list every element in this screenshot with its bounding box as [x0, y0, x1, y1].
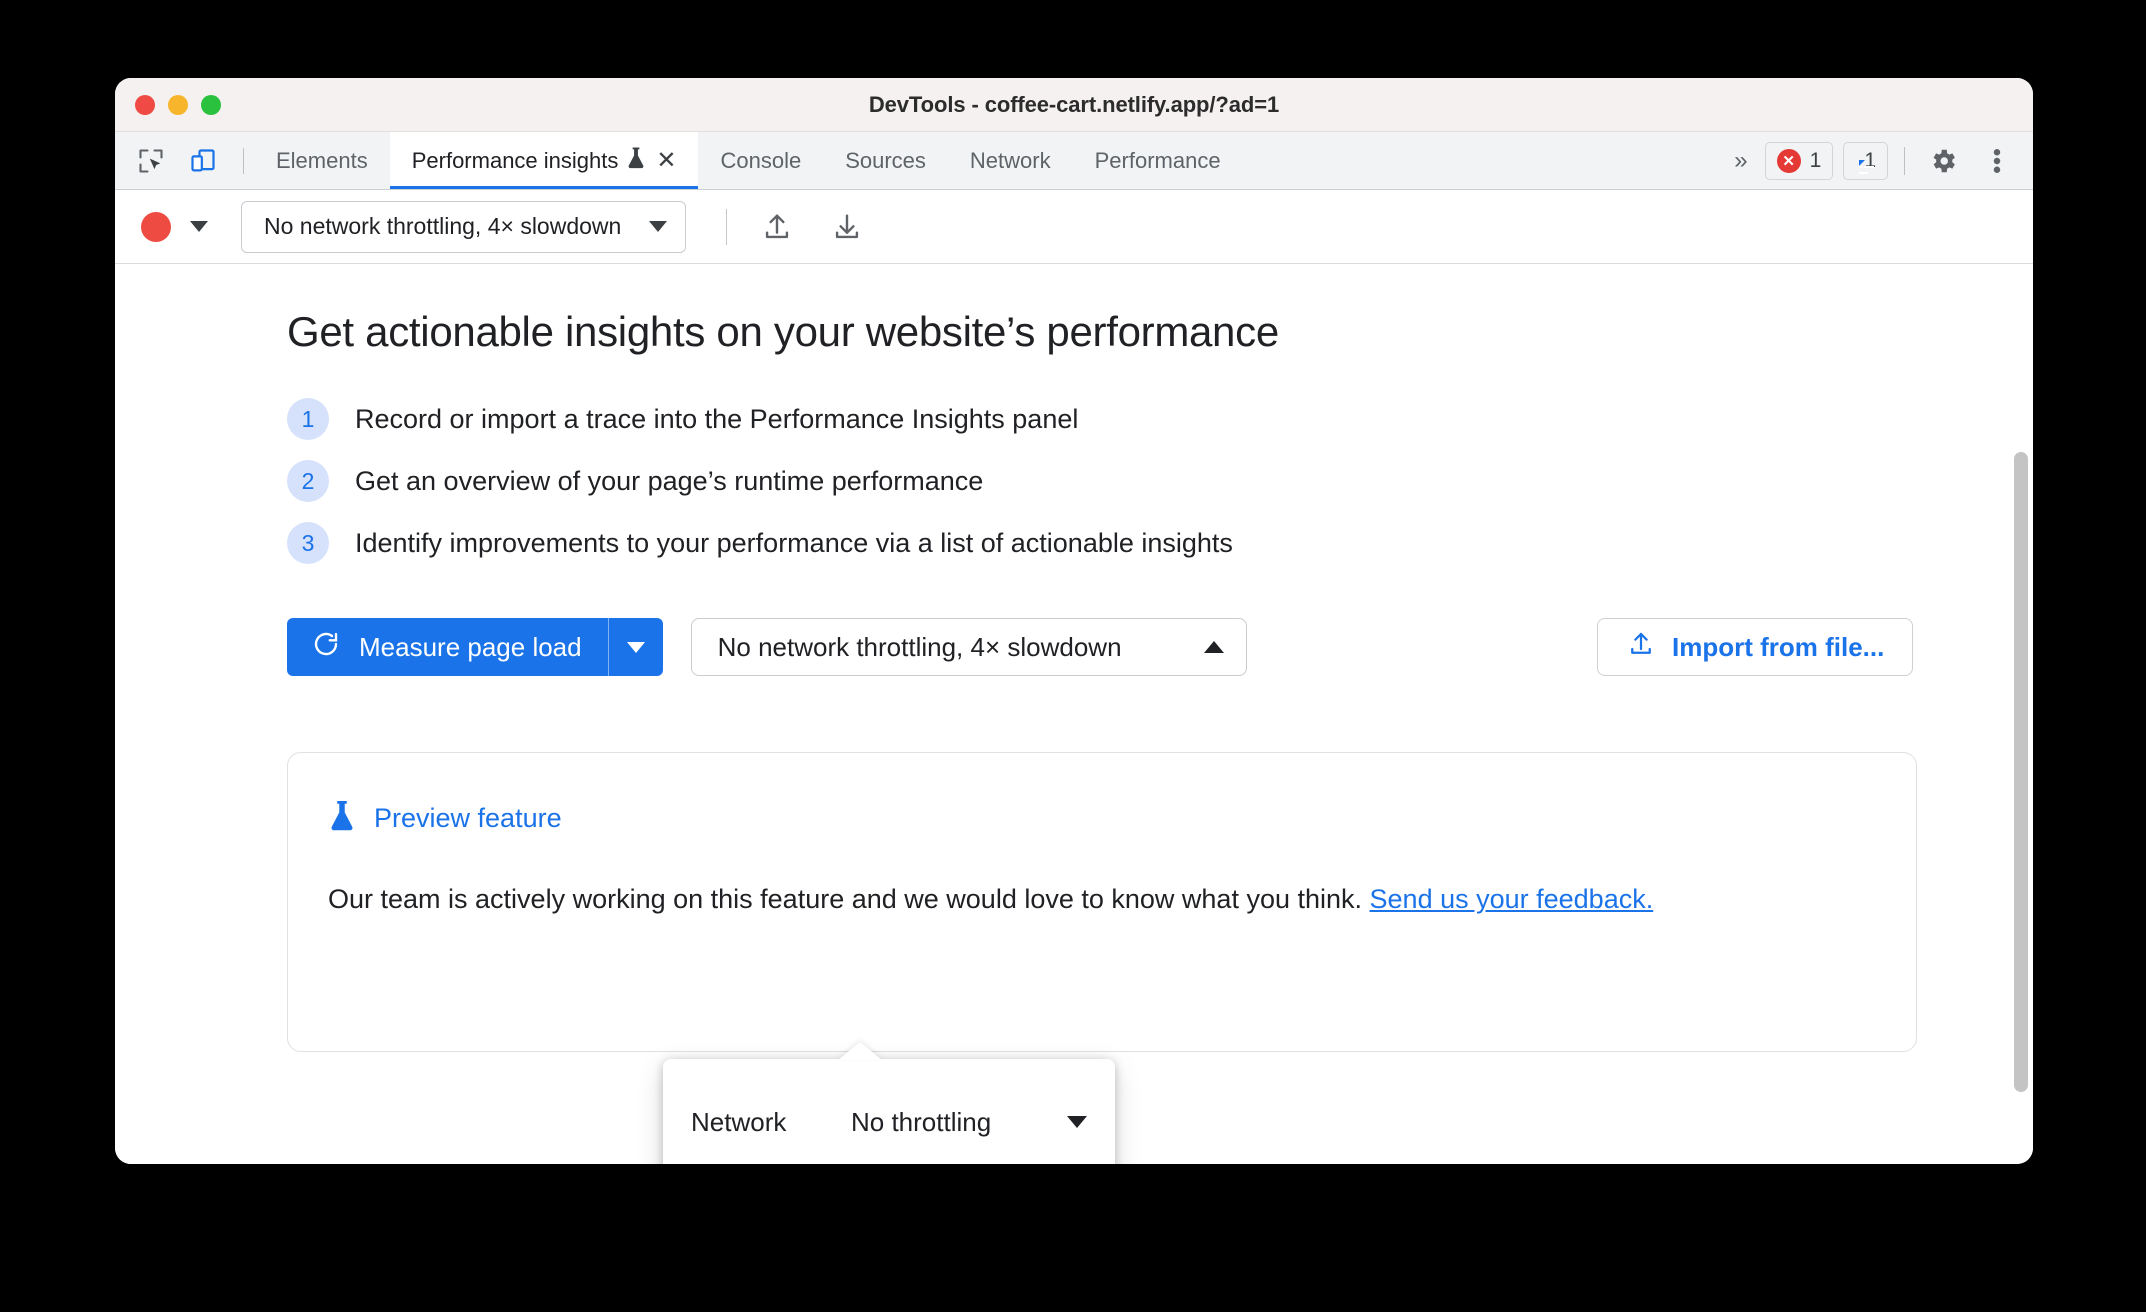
tab-performance-insights[interactable]: Performance insights ✕	[389, 132, 699, 189]
toolbar-divider	[243, 147, 244, 174]
flask-icon	[328, 799, 356, 838]
steps-list: 1 Record or import a trace into the Perf…	[287, 398, 2033, 564]
actions-row: Measure page load No network throttling,…	[287, 618, 2033, 676]
page-title: Get actionable insights on your website’…	[287, 308, 1279, 355]
preview-feature-card: Preview feature Our team is actively wor…	[287, 752, 1917, 1052]
list-item: 1 Record or import a trace into the Perf…	[287, 398, 2033, 440]
trace-io-buttons	[755, 205, 869, 249]
chevron-down-icon	[190, 221, 208, 232]
panel-toolbar: No network throttling, 4× slowdown	[115, 190, 2033, 264]
scrollbar-thumb[interactable]	[2014, 452, 2028, 1092]
throttling-settings-popup: Network No throttling CPU 4× slowdown ✔ …	[663, 1042, 1115, 1164]
minimize-window-button[interactable]	[168, 94, 188, 115]
reload-icon	[311, 629, 341, 666]
list-item: 3 Identify improvements to your performa…	[287, 522, 2033, 564]
chevron-down-icon	[649, 221, 668, 232]
tab-sources[interactable]: Sources	[823, 132, 948, 189]
network-throttling-row[interactable]: Network No throttling	[663, 1085, 1115, 1159]
measure-page-load-label: Measure page load	[359, 631, 582, 662]
step-number: 2	[287, 460, 329, 502]
upload-icon[interactable]	[755, 205, 799, 249]
step-text: Identify improvements to your performanc…	[355, 527, 1233, 558]
vertical-scrollbar[interactable]	[2014, 452, 2028, 1092]
tabbar-divider	[1904, 146, 1905, 175]
window-title: DevTools - coffee-cart.netlify.app/?ad=1	[868, 91, 1280, 117]
toolbar-divider	[726, 208, 728, 245]
tab-label: Console	[720, 147, 802, 173]
tab-label: Sources	[845, 147, 926, 173]
upload-icon	[1626, 629, 1656, 666]
step-text: Get an overview of your page’s runtime p…	[355, 465, 984, 496]
step-number: 3	[287, 522, 329, 564]
error-count: 1	[1809, 148, 1822, 172]
record-button[interactable]	[141, 211, 171, 242]
toolbar-throttling-select[interactable]: No network throttling, 4× slowdown	[241, 200, 687, 253]
screenshot-root: DevTools - coffee-cart.netlify.app/?ad=1	[0, 0, 2146, 1312]
devtools-window: DevTools - coffee-cart.netlify.app/?ad=1	[115, 78, 2033, 1164]
throttling-select[interactable]: No network throttling, 4× slowdown	[690, 618, 1247, 676]
tab-elements[interactable]: Elements	[254, 132, 390, 189]
chevron-up-icon	[1203, 641, 1224, 653]
window-controls[interactable]	[135, 94, 221, 115]
error-icon: ✕	[1776, 148, 1801, 173]
device-toolbar-icon[interactable]	[181, 139, 225, 183]
toolbar-throttling-value: No network throttling, 4× slowdown	[264, 213, 622, 239]
three-dot-menu-icon[interactable]	[1975, 139, 2019, 183]
tab-console[interactable]: Console	[698, 132, 823, 189]
tab-label: Elements	[276, 147, 368, 173]
chevron-down-icon	[626, 641, 645, 653]
landing-inner: Get actionable insights on your website’…	[115, 308, 2033, 676]
preview-feature-body: Our team is actively working on this fea…	[328, 882, 1876, 918]
tab-label: Performance insights	[411, 147, 619, 173]
tab-performance[interactable]: Performance	[1073, 132, 1243, 189]
maximize-window-button[interactable]	[201, 94, 221, 115]
close-window-button[interactable]	[135, 94, 155, 115]
error-count-badge[interactable]: ✕ 1	[1764, 141, 1834, 180]
title-bar: DevTools - coffee-cart.netlify.app/?ad=1	[115, 78, 2033, 132]
panel-content: Get actionable insights on your website’…	[115, 264, 2033, 1164]
devtools-tab-bar: Elements Performance insights ✕ Console …	[115, 132, 2033, 190]
throttling-value: No network throttling, 4× slowdown	[717, 631, 1122, 662]
network-value: No throttling	[851, 1106, 992, 1137]
cpu-throttling-row[interactable]: CPU 4× slowdown	[663, 1159, 1115, 1164]
tabbar-left-tools	[115, 132, 254, 189]
send-feedback-link[interactable]: Send us your feedback.	[1370, 884, 1654, 914]
record-options-dropdown[interactable]	[177, 221, 221, 232]
preview-feature-badge: Preview feature	[328, 799, 1876, 838]
message-count: 1	[1864, 148, 1876, 172]
measure-page-load-main[interactable]: Measure page load	[287, 618, 608, 676]
tabbar-right-tools: » ✕ 1 1	[1724, 132, 2033, 189]
panel-tabs: Elements Performance insights ✕ Console …	[254, 132, 1243, 189]
measure-options-dropdown[interactable]	[609, 618, 663, 676]
flask-icon	[626, 146, 646, 176]
gear-icon[interactable]	[1921, 139, 1965, 183]
tab-network[interactable]: Network	[948, 132, 1073, 189]
close-tab-icon[interactable]: ✕	[656, 148, 676, 173]
list-item: 2 Get an overview of your page’s runtime…	[287, 460, 2033, 502]
chevron-down-icon[interactable]	[1067, 1116, 1087, 1128]
inspect-element-icon[interactable]	[129, 139, 173, 183]
step-text: Record or import a trace into the Perfor…	[355, 403, 1079, 434]
popup-arrow	[838, 1042, 882, 1060]
measure-page-load-button[interactable]: Measure page load	[287, 618, 663, 676]
step-number: 1	[287, 398, 329, 440]
preview-feature-text: Our team is actively working on this fea…	[328, 884, 1370, 914]
download-icon[interactable]	[825, 205, 869, 249]
tab-label: Performance	[1094, 147, 1221, 173]
network-label: Network	[691, 1106, 787, 1137]
tab-label: Network	[969, 147, 1051, 173]
preview-feature-label: Preview feature	[374, 803, 562, 833]
import-from-file-button[interactable]: Import from file...	[1597, 618, 1914, 676]
more-tabs-icon[interactable]: »	[1724, 147, 1754, 175]
import-from-file-label: Import from file...	[1672, 631, 1885, 662]
message-count-badge[interactable]: 1	[1843, 141, 1888, 180]
